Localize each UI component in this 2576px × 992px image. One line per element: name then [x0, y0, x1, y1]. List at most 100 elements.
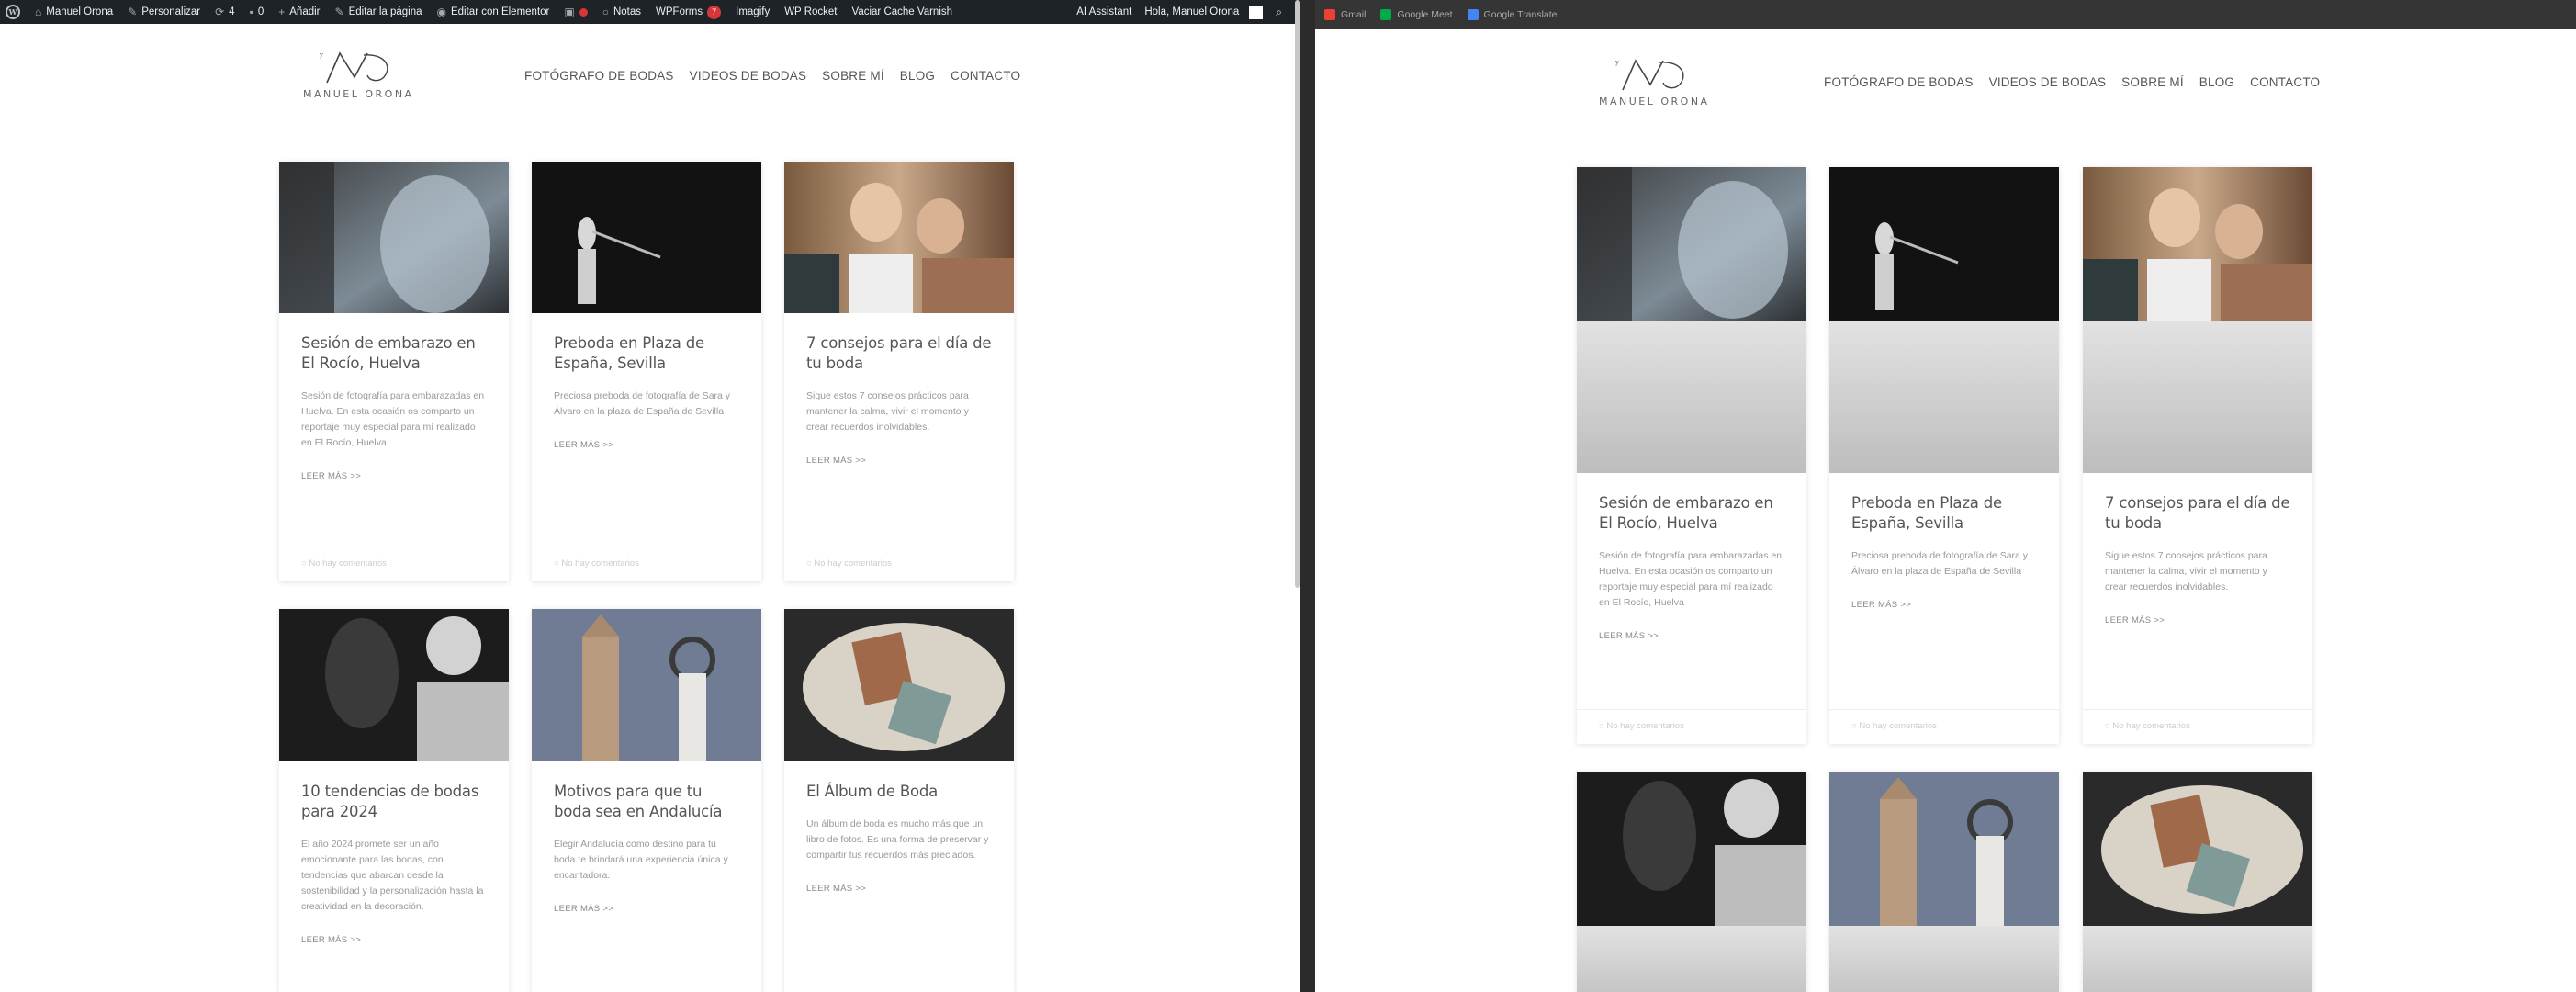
- site-logo[interactable]: y MANUEL ORONA: [303, 48, 414, 100]
- admin-item-site[interactable]: ⌂ Manuel Orona: [35, 6, 113, 17]
- post-card[interactable]: [2083, 772, 2312, 992]
- post-title[interactable]: El Álbum de Boda: [806, 782, 992, 802]
- admin-item-wprocket[interactable]: WP Rocket: [784, 6, 837, 17]
- post-comments[interactable]: ○ No hay comentarios: [1577, 709, 1806, 744]
- post-thumbnail[interactable]: [532, 609, 761, 761]
- nav-item-contacto[interactable]: CONTACTO: [2250, 75, 2320, 89]
- screen: W ⌂ Manuel Orona ✎ Personalizar ⟳ 4 ▪ 0 + Aña…: [0, 0, 2576, 992]
- admin-item-elementor[interactable]: ◉ Editar con Elementor: [437, 6, 550, 17]
- window-divider[interactable]: [1300, 0, 1315, 992]
- read-more-link[interactable]: LEER MÁS >>: [554, 440, 613, 450]
- post-card[interactable]: 7 consejos para el día de tu boda Sigue …: [2083, 167, 2312, 744]
- post-title[interactable]: 7 consejos para el día de tu boda: [2105, 493, 2290, 534]
- admin-item-wpforms[interactable]: WPForms 7: [656, 5, 722, 19]
- nav-item-fotografo[interactable]: FOTÓGRAFO DE BODAS: [1824, 75, 1974, 89]
- notes-icon: ○: [602, 6, 609, 18]
- post-card[interactable]: Preboda en Plaza de España, Sevilla Prec…: [532, 162, 761, 581]
- admin-item-ai[interactable]: AI Assistant: [1076, 6, 1131, 17]
- post-card[interactable]: [1577, 772, 1806, 992]
- admin-item-new[interactable]: + Añadir: [278, 6, 320, 17]
- read-more-link[interactable]: LEER MÁS >>: [554, 904, 613, 914]
- post-card[interactable]: 10 tendencias de bodas para 2024 El año …: [279, 609, 509, 992]
- admin-item-varnish[interactable]: Vaciar Cache Varnish: [852, 6, 953, 17]
- post-card[interactable]: Preboda en Plaza de España, Sevilla Prec…: [1829, 167, 2059, 744]
- bookmark-label: Google Meet: [1397, 9, 1453, 20]
- admin-item-search[interactable]: ⌕: [1276, 6, 1282, 17]
- post-comments[interactable]: ○ No hay comentarios: [1829, 709, 2059, 744]
- nav-item-videos[interactable]: VIDEOS DE BODAS: [690, 69, 807, 83]
- site-page-preview: y MANUEL ORONA FOTÓGRAFO DE BODAS VIDEOS…: [1315, 29, 2576, 992]
- admin-item-label: Notas: [613, 6, 642, 17]
- post-card[interactable]: [1829, 772, 2059, 992]
- nav-item-videos[interactable]: VIDEOS DE BODAS: [1989, 75, 2107, 89]
- google-meet-icon: [1380, 9, 1392, 20]
- post-thumbnail[interactable]: [784, 609, 1014, 761]
- image-placeholder: [1829, 321, 2059, 473]
- read-more-link[interactable]: LEER MÁS >>: [806, 884, 866, 894]
- nav-item-contacto[interactable]: CONTACTO: [951, 69, 1020, 83]
- post-excerpt: Sigue estos 7 consejos prácticos para ma…: [806, 390, 969, 433]
- read-more-link[interactable]: LEER MÁS >>: [1599, 631, 1659, 641]
- monogram-icon: y: [319, 51, 388, 84]
- post-thumbnail[interactable]: [2083, 772, 2312, 926]
- post-title[interactable]: Preboda en Plaza de España, Sevilla: [554, 333, 739, 374]
- post-title[interactable]: Preboda en Plaza de España, Sevilla: [1851, 493, 2037, 534]
- bookmark-translate[interactable]: Google Translate: [1467, 9, 1558, 20]
- post-body: Sesión de embarazo en El Rocío, Huelva S…: [279, 313, 509, 483]
- post-thumbnail[interactable]: [1577, 167, 1806, 321]
- bookmark-meet[interactable]: Google Meet: [1380, 9, 1453, 20]
- brush-icon: ✎: [128, 6, 138, 18]
- post-thumbnail[interactable]: [2083, 167, 2312, 321]
- nav-item-fotografo[interactable]: FOTÓGRAFO DE BODAS: [524, 69, 674, 83]
- admin-item-yoast[interactable]: ▣: [564, 6, 588, 17]
- admin-item-updates[interactable]: ⟳ 4: [215, 6, 234, 17]
- post-card[interactable]: El Álbum de Boda Un álbum de boda es muc…: [784, 609, 1014, 992]
- post-card[interactable]: 7 consejos para el día de tu boda Sigue …: [784, 162, 1014, 581]
- nav-item-blog[interactable]: BLOG: [2199, 75, 2234, 89]
- read-more-link[interactable]: LEER MÁS >>: [301, 471, 361, 481]
- post-title[interactable]: Sesión de embarazo en El Rocío, Huelva: [301, 333, 487, 374]
- post-title[interactable]: 10 tendencias de bodas para 2024: [301, 782, 487, 822]
- post-comments[interactable]: ○ No hay comentarios: [532, 547, 761, 581]
- comments-icon: ▪: [249, 6, 253, 18]
- nav-item-sobre-mi[interactable]: SOBRE MÍ: [2121, 75, 2184, 89]
- nav-item-sobre-mi[interactable]: SOBRE MÍ: [822, 69, 884, 83]
- nav-item-blog[interactable]: BLOG: [900, 69, 935, 83]
- post-thumbnail[interactable]: [1829, 772, 2059, 926]
- admin-item-account[interactable]: Hola, Manuel Orona: [1144, 5, 1264, 19]
- plus-icon: +: [278, 6, 286, 18]
- post-title[interactable]: Motivos para que tu boda sea en Andalucí…: [554, 782, 739, 822]
- post-comments[interactable]: ○ No hay comentarios: [784, 547, 1014, 581]
- read-more-link[interactable]: LEER MÁS >>: [1851, 600, 1911, 610]
- read-more-link[interactable]: LEER MÁS >>: [301, 935, 361, 945]
- post-title[interactable]: Sesión de embarazo en El Rocío, Huelva: [1599, 493, 1784, 534]
- post-comments[interactable]: ○ No hay comentarios: [279, 547, 509, 581]
- read-more-link[interactable]: LEER MÁS >>: [806, 456, 866, 466]
- admin-item-label: 4: [229, 6, 235, 17]
- site-logo[interactable]: y MANUEL ORONA: [1599, 55, 1710, 107]
- post-comments[interactable]: ○ No hay comentarios: [2083, 709, 2312, 744]
- post-title[interactable]: 7 consejos para el día de tu boda: [806, 333, 992, 374]
- post-card[interactable]: Sesión de embarazo en El Rocío, Huelva S…: [1577, 167, 1806, 744]
- admin-item-customize[interactable]: ✎ Personalizar: [128, 6, 200, 17]
- admin-item-wp[interactable]: W: [6, 5, 20, 19]
- admin-item-label: AI Assistant: [1076, 6, 1132, 17]
- admin-item-imagify[interactable]: Imagify: [736, 6, 770, 17]
- bookmark-gmail[interactable]: Gmail: [1324, 9, 1366, 20]
- admin-item-comments[interactable]: ▪ 0: [250, 6, 264, 17]
- post-thumbnail[interactable]: [279, 162, 509, 313]
- admin-item-label: Hola, Manuel Orona: [1144, 6, 1240, 17]
- post-thumbnail[interactable]: [1577, 772, 1806, 926]
- bookmark-label: Gmail: [1341, 9, 1367, 20]
- post-thumbnail[interactable]: [1829, 167, 2059, 321]
- admin-item-edit[interactable]: ✎ Editar la página: [335, 6, 422, 17]
- post-card[interactable]: Sesión de embarazo en El Rocío, Huelva S…: [279, 162, 509, 581]
- image-placeholder: [1577, 321, 1806, 473]
- post-thumbnail[interactable]: [279, 609, 509, 761]
- post-card[interactable]: Motivos para que tu boda sea en Andalucí…: [532, 609, 761, 992]
- read-more-link[interactable]: LEER MÁS >>: [2105, 615, 2165, 626]
- post-body: El Álbum de Boda Un álbum de boda es muc…: [784, 761, 1014, 896]
- post-thumbnail[interactable]: [532, 162, 761, 313]
- admin-item-notes[interactable]: ○ Notas: [602, 6, 641, 17]
- post-thumbnail[interactable]: [784, 162, 1014, 313]
